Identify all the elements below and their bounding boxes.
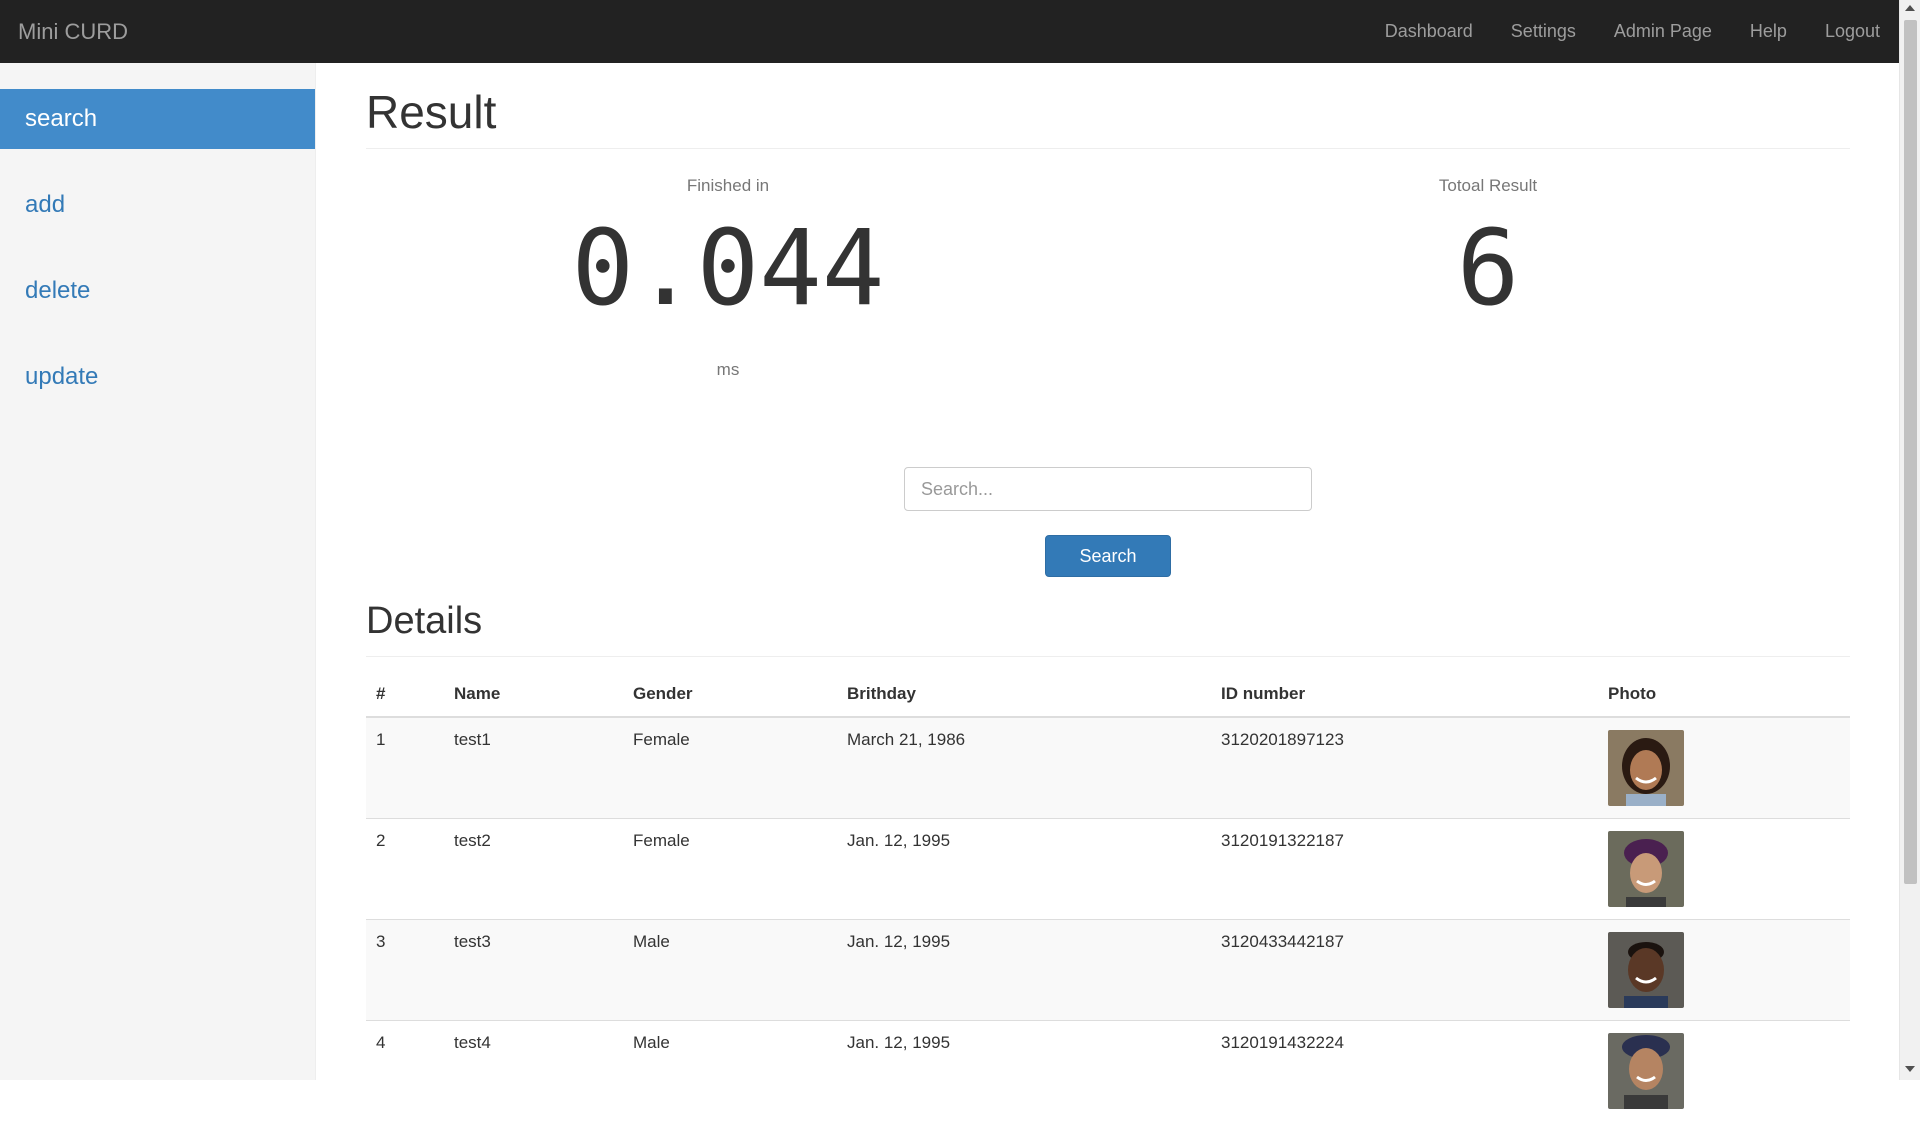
table-row: 3 test3 Male Jan. 12, 1995 3120433442187 xyxy=(366,920,1850,1021)
cell-birthday: Jan. 12, 1995 xyxy=(837,920,1211,1021)
cell-photo xyxy=(1598,717,1850,819)
cell-gender: Male xyxy=(623,920,837,1021)
divider xyxy=(366,656,1850,657)
cell-birthday: Jan. 12, 1995 xyxy=(837,819,1211,920)
cell-name: test3 xyxy=(444,920,623,1021)
cell-num: 2 xyxy=(366,819,444,920)
cell-id-number: 3120191432224 xyxy=(1211,1021,1598,1121)
page-scrollbar[interactable] xyxy=(1899,0,1920,1080)
cell-num: 3 xyxy=(366,920,444,1021)
finished-unit: ms xyxy=(528,360,928,380)
column-header: # xyxy=(366,672,444,717)
cell-name: test4 xyxy=(444,1021,623,1121)
scroll-up-arrow-icon[interactable] xyxy=(1905,5,1915,11)
search-button[interactable]: Search xyxy=(1045,535,1171,577)
photo-man-smiling xyxy=(1608,932,1684,1008)
cell-birthday: March 21, 1986 xyxy=(837,717,1211,819)
total-result-label: Totoal Result xyxy=(1288,176,1688,196)
cell-id-number: 3120191322187 xyxy=(1211,819,1598,920)
photo-woman-smiling xyxy=(1608,730,1684,806)
nav-admin-page[interactable]: Admin Page xyxy=(1614,21,1712,42)
sidebar-item-search[interactable]: search xyxy=(0,89,315,149)
column-header: Photo xyxy=(1598,672,1850,717)
nav-settings[interactable]: Settings xyxy=(1511,21,1576,42)
details-table: # Name Gender Brithday ID number Photo 1… xyxy=(366,672,1850,1121)
column-header: ID number xyxy=(1211,672,1598,717)
sidebar-item-delete[interactable]: delete xyxy=(0,261,315,321)
cell-id-number: 3120433442187 xyxy=(1211,920,1598,1021)
cell-name: test2 xyxy=(444,819,623,920)
cell-num: 4 xyxy=(366,1021,444,1121)
details-title: Details xyxy=(366,600,482,643)
cell-photo xyxy=(1598,920,1850,1021)
finished-label: Finished in xyxy=(528,176,928,196)
cell-name: test1 xyxy=(444,717,623,819)
page-title: Result xyxy=(366,85,496,139)
column-header: Name xyxy=(444,672,623,717)
column-header: Brithday xyxy=(837,672,1211,717)
table-row: 4 test4 Male Jan. 12, 1995 3120191432224 xyxy=(366,1021,1850,1121)
cell-id-number: 3120201897123 xyxy=(1211,717,1598,819)
photo-woman-headscarf xyxy=(1608,831,1684,907)
sidebar: search add delete update xyxy=(0,63,316,1080)
cell-gender: Male xyxy=(623,1021,837,1121)
cell-photo xyxy=(1598,1021,1850,1121)
brand-link[interactable]: Mini CURD xyxy=(18,0,128,63)
scroll-down-arrow-icon[interactable] xyxy=(1905,1066,1915,1072)
finished-stat: Finished in 0.044 ms xyxy=(528,176,928,380)
nav-help[interactable]: Help xyxy=(1750,21,1787,42)
table-row: 1 test1 Female March 21, 1986 3120201897… xyxy=(366,717,1850,819)
sidebar-item-add[interactable]: add xyxy=(0,175,315,235)
photo-man-cap xyxy=(1608,1033,1684,1109)
total-result-value: 6 xyxy=(1288,216,1688,320)
nav-links: Dashboard Settings Admin Page Help Logou… xyxy=(1347,0,1880,63)
finished-value: 0.044 xyxy=(528,216,928,320)
nav-logout[interactable]: Logout xyxy=(1825,21,1880,42)
cell-birthday: Jan. 12, 1995 xyxy=(837,1021,1211,1121)
search-input[interactable] xyxy=(904,467,1312,511)
cell-gender: Female xyxy=(623,717,837,819)
divider xyxy=(366,148,1850,149)
table-header-row: # Name Gender Brithday ID number Photo xyxy=(366,672,1850,717)
cell-photo xyxy=(1598,819,1850,920)
cell-num: 1 xyxy=(366,717,444,819)
table-row: 2 test2 Female Jan. 12, 1995 31201913221… xyxy=(366,819,1850,920)
scroll-thumb[interactable] xyxy=(1904,20,1917,884)
top-navbar: Mini CURD Dashboard Settings Admin Page … xyxy=(0,0,1899,63)
cell-gender: Female xyxy=(623,819,837,920)
total-result-stat: Totoal Result 6 xyxy=(1288,176,1688,320)
column-header: Gender xyxy=(623,672,837,717)
nav-dashboard[interactable]: Dashboard xyxy=(1385,21,1473,42)
sidebar-item-update[interactable]: update xyxy=(0,347,315,407)
